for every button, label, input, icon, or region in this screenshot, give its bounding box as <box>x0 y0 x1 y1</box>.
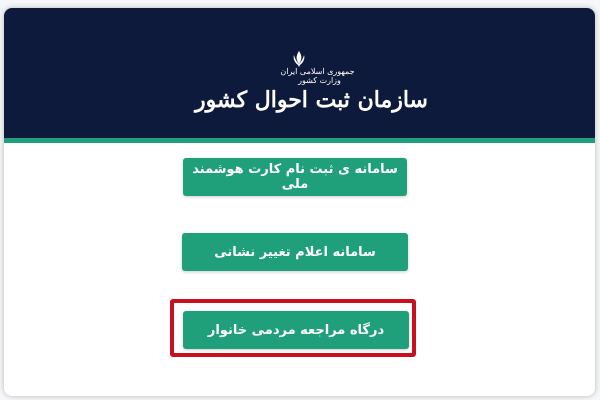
address-change-button[interactable]: سامانه اعلام تغییر نشانی <box>182 233 408 271</box>
iran-emblem-icon <box>293 51 305 67</box>
gov-line-ministry: وزارت کشور <box>298 75 341 85</box>
site-header: جمهوری اسلامی ایران وزارت کشور سازمان ثب… <box>4 8 595 143</box>
org-logo-text: جمهوری اسلامی ایران وزارت کشور سازمان ثب… <box>4 67 595 113</box>
family-portal-button[interactable]: درگاه مراجعه مردمی خانوار <box>183 311 409 349</box>
smart-card-registration-button[interactable]: سامانه ی ثبت نام کارت هوشمند ملی <box>183 158 407 196</box>
org-title: سازمان ثبت احوال کشور <box>194 86 428 113</box>
